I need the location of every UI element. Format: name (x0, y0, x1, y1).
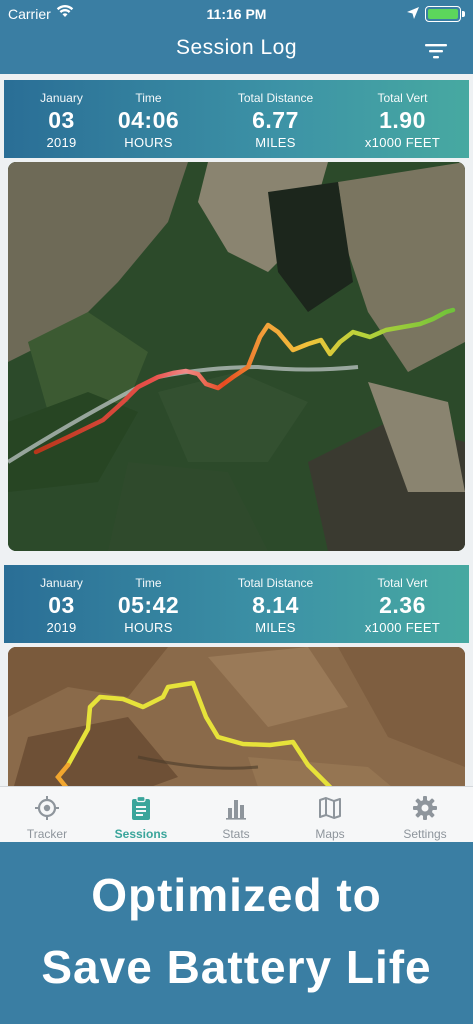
tab-label: Sessions (114, 827, 168, 841)
stat-label: Time (135, 576, 162, 590)
tab-tracker[interactable]: Tracker (0, 787, 94, 842)
promo-headline-line-1: Optimized to (91, 869, 382, 921)
stat-unit: MILES (255, 135, 296, 150)
tab-label: Settings (403, 827, 447, 841)
stat-unit: HOURS (124, 620, 173, 635)
stat-distance: Total Distance 8.14 MILES (218, 565, 333, 635)
stat-vert: Total Vert 2.36 x1000 FEET (345, 565, 460, 635)
location-arrow-icon (407, 7, 419, 19)
stat-unit: x1000 FEET (364, 620, 441, 635)
battery-icon (425, 6, 461, 22)
tab-label: Tracker (26, 827, 68, 841)
status-bar: Carrier 11:16 PM (0, 0, 473, 28)
tab-bar: Tracker Sessions Stats Maps Settings (0, 786, 473, 842)
battery-level (428, 9, 458, 19)
session-map[interactable] (8, 162, 465, 551)
satellite-map-image (8, 162, 465, 551)
stat-unit: MILES (255, 620, 296, 635)
stat-unit: x1000 FEET (364, 135, 441, 150)
battery-tip (462, 11, 465, 17)
bar-chart-icon (226, 800, 246, 820)
map-icon (319, 797, 341, 819)
stat-label: Time (135, 91, 162, 105)
session-stats-header: January 03 2019 Time 04:06 HOURS Total D… (4, 80, 469, 158)
stat-label: Total Vert (377, 576, 428, 590)
page-title: Session Log (175, 36, 298, 59)
stat-value: 2.36 (379, 592, 426, 618)
stat-label: Total Distance (237, 576, 314, 590)
tab-label: Maps (315, 827, 345, 841)
stat-value: 05:42 (117, 592, 180, 618)
stat-time: Time 05:42 HOURS (91, 565, 206, 635)
stat-unit: HOURS (124, 135, 173, 150)
gear-icon (413, 796, 437, 820)
tab-maps[interactable]: Maps (283, 787, 377, 842)
stat-label: Total Vert (377, 91, 428, 105)
tab-settings[interactable]: Settings (378, 787, 472, 842)
stat-vert: Total Vert 1.90 x1000 FEET (345, 80, 460, 150)
promo-headline-line-2: Save Battery Life (41, 941, 432, 993)
session-card[interactable]: January 03 2019 Time 05:42 HOURS Total D… (4, 565, 469, 817)
tab-stats[interactable]: Stats (189, 787, 283, 842)
stat-value: 6.77 (252, 107, 299, 133)
promo-banner: Optimized to Save Battery Life (0, 842, 473, 1024)
clipboard-icon (132, 795, 150, 820)
stat-distance: Total Distance 6.77 MILES (218, 80, 333, 150)
session-card[interactable]: January 03 2019 Time 04:06 HOURS Total D… (4, 80, 469, 554)
nav-bar: Session Log (0, 28, 473, 74)
clock: 11:16 PM (206, 6, 267, 22)
tab-sessions[interactable]: Sessions (94, 787, 188, 842)
stat-value: 1.90 (379, 107, 426, 133)
stat-time: Time 04:06 HOURS (91, 80, 206, 150)
stat-value: 8.14 (252, 592, 299, 618)
session-stats-header: January 03 2019 Time 05:42 HOURS Total D… (4, 565, 469, 643)
app-screen: Carrier 11:16 PM Session Log January 03 (0, 0, 473, 842)
stat-label: Total Distance (237, 91, 314, 105)
stat-value: 04:06 (117, 107, 180, 133)
tab-label: Stats (222, 827, 250, 841)
filter-icon[interactable] (422, 40, 450, 62)
crosshair-icon (35, 796, 59, 820)
